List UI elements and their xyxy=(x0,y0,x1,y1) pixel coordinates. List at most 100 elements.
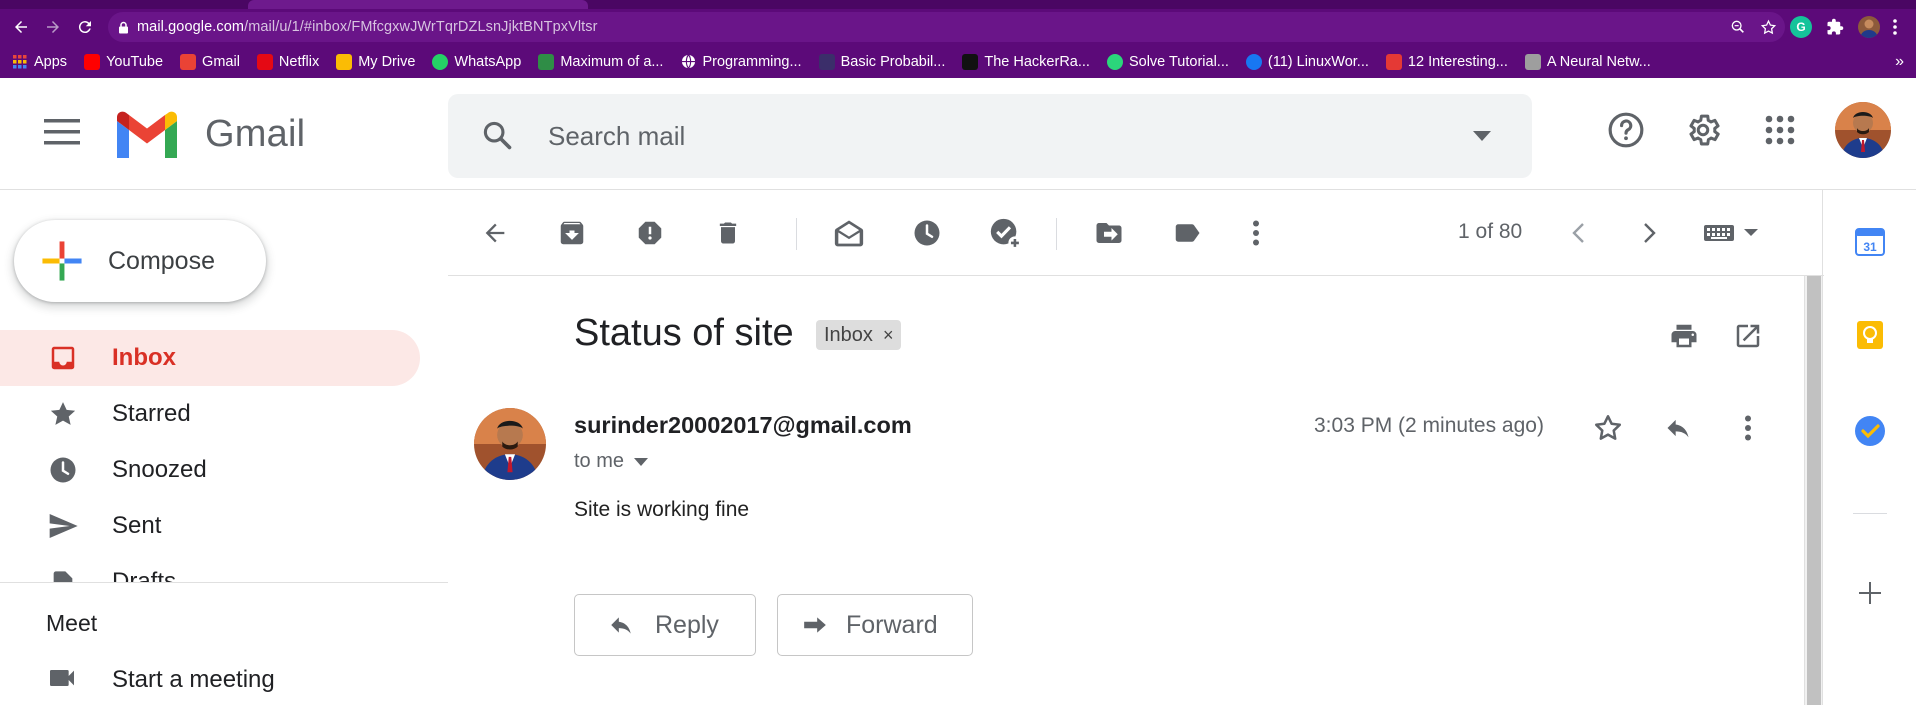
search-bar[interactable] xyxy=(448,94,1532,178)
message-more-button[interactable] xyxy=(1728,408,1768,448)
bookmark-item[interactable]: A Neural Netw... xyxy=(1524,53,1651,70)
gmail-logo[interactable]: Gmail xyxy=(113,108,305,160)
get-addons-button[interactable] xyxy=(1853,576,1887,610)
label-chip-inbox[interactable]: Inbox × xyxy=(816,320,902,350)
sender-email[interactable]: surinder20002017@gmail.com xyxy=(574,412,912,439)
bookmark-item[interactable]: 12 Interesting... xyxy=(1385,53,1508,70)
meet-divider xyxy=(0,582,448,583)
scrollbar-thumb[interactable] xyxy=(1807,276,1821,705)
star-icon xyxy=(46,397,80,431)
zoom-icon[interactable] xyxy=(1730,19,1746,35)
toolbar-divider xyxy=(796,218,797,250)
keep-bulb-icon xyxy=(1857,321,1883,349)
bookmark-label: A Neural Netw... xyxy=(1546,53,1651,70)
url-host: mail.google.com xyxy=(137,19,245,35)
draft-icon xyxy=(46,566,80,582)
search-icon[interactable] xyxy=(480,118,514,152)
bookmark-label: Solve Tutorial... xyxy=(1128,53,1229,70)
bookmark-item[interactable]: My Drive xyxy=(336,53,416,70)
browser-menu-icon[interactable] xyxy=(1892,18,1898,36)
message-timestamp: 3:03 PM (2 minutes ago) xyxy=(1314,414,1544,437)
nav-item-sent[interactable]: Sent xyxy=(0,498,420,554)
reply-button[interactable]: Reply xyxy=(574,594,756,656)
bookmark-item[interactable]: Basic Probabil... xyxy=(818,53,946,70)
nav-item-drafts[interactable]: Drafts xyxy=(0,554,420,582)
main-menu-button[interactable] xyxy=(44,118,80,146)
more-actions-button[interactable] xyxy=(1239,216,1273,250)
nav-item-snoozed[interactable]: Snoozed xyxy=(0,442,420,498)
keep-app-button[interactable] xyxy=(1853,318,1887,352)
bookmark-label: Basic Probabil... xyxy=(840,53,946,70)
mark-unread-button[interactable] xyxy=(832,216,866,250)
gfg-icon xyxy=(538,53,555,70)
tasks-icon xyxy=(1855,416,1885,446)
search-input[interactable] xyxy=(548,118,1368,154)
search-options-dropdown-icon[interactable] xyxy=(1472,130,1492,142)
forward-button[interactable] xyxy=(38,12,68,42)
bookmark-item[interactable]: Programming... xyxy=(680,54,802,70)
bookmark-item[interactable]: WhatsApp xyxy=(432,53,521,70)
back-button[interactable] xyxy=(6,12,36,42)
bookmarks-overflow-button[interactable]: » xyxy=(1895,53,1904,71)
profile-avatar-small[interactable] xyxy=(1858,16,1880,38)
google-apps-button[interactable] xyxy=(1754,104,1806,156)
grammarly-icon[interactable]: G xyxy=(1790,16,1812,38)
svg-text:31: 31 xyxy=(1863,240,1877,254)
address-bar[interactable]: mail.google.com/mail/u/1/#inbox/FMfcgxwJ… xyxy=(108,12,1785,42)
clock-icon xyxy=(46,453,80,487)
move-to-icon xyxy=(1096,223,1122,243)
nav-item-inbox[interactable]: Inbox xyxy=(0,330,420,386)
bookmark-item[interactable]: The HackerRa... xyxy=(962,53,1090,70)
older-button[interactable] xyxy=(1632,216,1666,250)
support-button[interactable] xyxy=(1600,104,1652,156)
more-vert-icon xyxy=(1253,220,1259,246)
newer-button[interactable] xyxy=(1562,216,1596,250)
bookmark-item[interactable]: Solve Tutorial... xyxy=(1106,53,1229,70)
bookmark-item[interactable]: Gmail xyxy=(180,53,240,70)
bookmark-item[interactable]: (11) LinuxWor... xyxy=(1245,53,1369,70)
labels-button[interactable] xyxy=(1170,216,1204,250)
calendar-icon: 31 xyxy=(1855,228,1885,256)
reload-button[interactable] xyxy=(70,12,100,42)
sender-avatar[interactable] xyxy=(474,408,546,480)
recipient-details[interactable]: to me xyxy=(574,450,649,473)
message-scrollbar[interactable] xyxy=(1804,276,1822,705)
bookmark-star-icon[interactable] xyxy=(1760,19,1777,36)
remove-label-icon[interactable]: × xyxy=(883,325,894,346)
forward-button[interactable]: Forward xyxy=(777,594,973,656)
snooze-button[interactable] xyxy=(910,216,944,250)
video-camera-icon xyxy=(46,662,78,694)
extensions-puzzle-icon[interactable] xyxy=(1824,16,1846,38)
star-message-button[interactable] xyxy=(1588,408,1628,448)
lock-icon xyxy=(118,21,129,34)
start-meeting-button[interactable]: Start a meeting xyxy=(0,654,420,704)
back-to-inbox-button[interactable] xyxy=(478,216,512,250)
report-spam-button[interactable] xyxy=(633,216,667,250)
archive-button[interactable] xyxy=(555,216,589,250)
spam-icon xyxy=(638,221,662,245)
compose-button[interactable]: Compose xyxy=(14,220,266,302)
bookmark-item[interactable]: Apps xyxy=(12,54,67,70)
tasks-app-button[interactable] xyxy=(1853,414,1887,448)
input-tools-button[interactable] xyxy=(1700,216,1764,250)
add-to-tasks-button[interactable] xyxy=(988,216,1022,250)
calendar-app-button[interactable]: 31 xyxy=(1853,224,1887,258)
inbox-icon xyxy=(46,341,80,375)
settings-button[interactable] xyxy=(1677,104,1729,156)
nav-item-starred[interactable]: Starred xyxy=(0,386,420,442)
drive-icon xyxy=(336,53,353,70)
open-in-new-window-button[interactable] xyxy=(1730,318,1766,354)
reply-button-header[interactable] xyxy=(1658,408,1698,448)
bookmark-item[interactable]: YouTube xyxy=(84,53,163,70)
bookmark-item[interactable]: Netflix xyxy=(256,53,319,70)
delete-button[interactable] xyxy=(711,216,745,250)
print-icon xyxy=(1671,324,1697,348)
move-to-button[interactable] xyxy=(1092,216,1126,250)
account-avatar[interactable] xyxy=(1835,102,1891,158)
url-text[interactable]: mail.google.com/mail/u/1/#inbox/FMfcgxwJ… xyxy=(137,19,598,35)
bookmark-item[interactable]: Maximum of a... xyxy=(538,53,663,70)
send-icon xyxy=(46,509,80,543)
active-tab[interactable] xyxy=(248,0,588,9)
print-all-button[interactable] xyxy=(1666,318,1702,354)
bookmark-label: My Drive xyxy=(358,53,416,70)
